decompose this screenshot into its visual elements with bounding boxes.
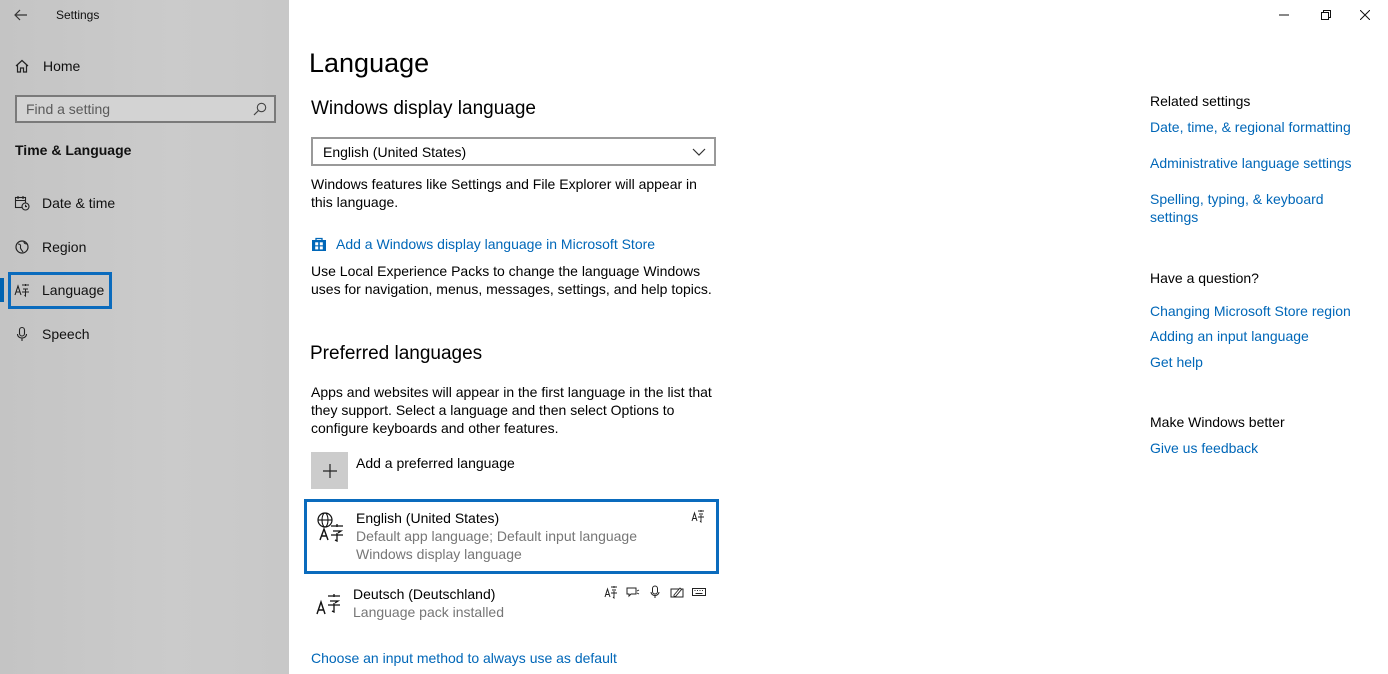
language-item-english[interactable]: English (United States) Default app lang… <box>304 499 719 574</box>
sidebar-item-language[interactable]: Language <box>0 274 289 306</box>
language-item-deutsch[interactable]: Deutsch (Deutschland) Language pack inst… <box>304 578 719 626</box>
back-button[interactable] <box>10 4 32 26</box>
display-language-dropdown[interactable]: English (United States) <box>311 137 716 166</box>
search-box[interactable] <box>15 95 276 123</box>
add-preferred-language-label: Add a preferred language <box>356 455 515 471</box>
language-glyph-icon <box>312 584 344 616</box>
lxp-description: Use Local Experience Packs to change the… <box>311 263 712 297</box>
sidebar: Settings Home Time & Language Date & tim… <box>0 0 289 674</box>
feature-icons <box>603 584 707 600</box>
feedback-heading: Make Windows better <box>1150 414 1285 430</box>
chevron-down-icon <box>692 145 706 159</box>
sidebar-item-region[interactable]: Region <box>0 231 289 263</box>
nav-home[interactable]: Home <box>0 52 289 80</box>
back-arrow-icon <box>14 9 27 21</box>
related-settings-heading: Related settings <box>1150 93 1251 109</box>
input-method-link[interactable]: Choose an input method to always use as … <box>311 650 617 666</box>
microphone-icon <box>14 326 30 342</box>
dropdown-selected-value: English (United States) <box>323 144 467 160</box>
nav-home-label: Home <box>43 58 81 74</box>
home-icon <box>14 58 30 74</box>
display-language-feature-icon <box>690 508 706 524</box>
display-language-description: Windows features like Settings and File … <box>311 176 697 210</box>
related-link-date-time-formatting[interactable]: Date, time, & regional formatting <box>1150 118 1360 136</box>
feedback-link[interactable]: Give us feedback <box>1150 439 1360 457</box>
sidebar-item-label: Date & time <box>42 195 116 211</box>
window-title: Settings <box>56 8 100 22</box>
globe-icon <box>14 239 30 255</box>
sidebar-section-title: Time & Language <box>15 142 132 158</box>
sidebar-item-speech[interactable]: Speech <box>0 318 289 350</box>
speech-recognition-feature-icon <box>647 584 663 600</box>
help-link-add-input-language[interactable]: Adding an input language <box>1150 327 1360 345</box>
question-heading: Have a question? <box>1150 270 1259 286</box>
search-input[interactable] <box>17 97 247 121</box>
minimize-icon <box>1279 14 1289 16</box>
handwriting-feature-icon <box>669 584 685 600</box>
restore-icon <box>1321 10 1331 20</box>
store-link-label[interactable]: Add a Windows display language in Micros… <box>336 236 655 252</box>
language-status: Language pack installed <box>353 604 505 620</box>
sidebar-item-label: Region <box>42 239 87 255</box>
keyboard-feature-icon <box>691 584 707 600</box>
store-icon <box>311 236 327 252</box>
related-link-spelling-typing[interactable]: Spelling, typing, & keyboard settings <box>1150 190 1340 226</box>
plus-icon <box>311 452 348 489</box>
sidebar-item-label: Speech <box>42 326 90 342</box>
language-name: Deutsch (Deutschland) <box>353 586 496 602</box>
help-link-store-region[interactable]: Changing Microsoft Store region <box>1150 302 1360 320</box>
page-title: Language <box>309 48 430 78</box>
language-icon <box>14 282 30 298</box>
language-status: Default app language; Default input lang… <box>356 528 637 544</box>
language-status-secondary: Windows display language <box>356 546 522 562</box>
search-icon[interactable] <box>252 101 268 117</box>
help-link-get-help[interactable]: Get help <box>1150 353 1360 371</box>
related-link-admin-language[interactable]: Administrative language settings <box>1150 154 1360 172</box>
close-icon <box>1360 10 1370 20</box>
calendar-clock-icon <box>14 195 30 211</box>
close-button[interactable] <box>1342 0 1388 30</box>
sidebar-item-date-time[interactable]: Date & time <box>0 187 289 219</box>
add-preferred-language-button[interactable]: Add a preferred language <box>311 452 571 489</box>
feature-icons <box>690 508 706 524</box>
sidebar-item-label: Language <box>42 282 105 298</box>
preferred-languages-heading: Preferred languages <box>310 343 483 364</box>
language-glyph-icon <box>315 510 347 543</box>
text-to-speech-feature-icon <box>625 584 641 600</box>
preferred-languages-description: Apps and websites will appear in the fir… <box>311 384 712 436</box>
display-language-feature-icon <box>603 584 619 600</box>
language-name: English (United States) <box>356 510 500 526</box>
minimize-button[interactable] <box>1261 0 1307 30</box>
display-language-heading: Windows display language <box>311 98 536 119</box>
